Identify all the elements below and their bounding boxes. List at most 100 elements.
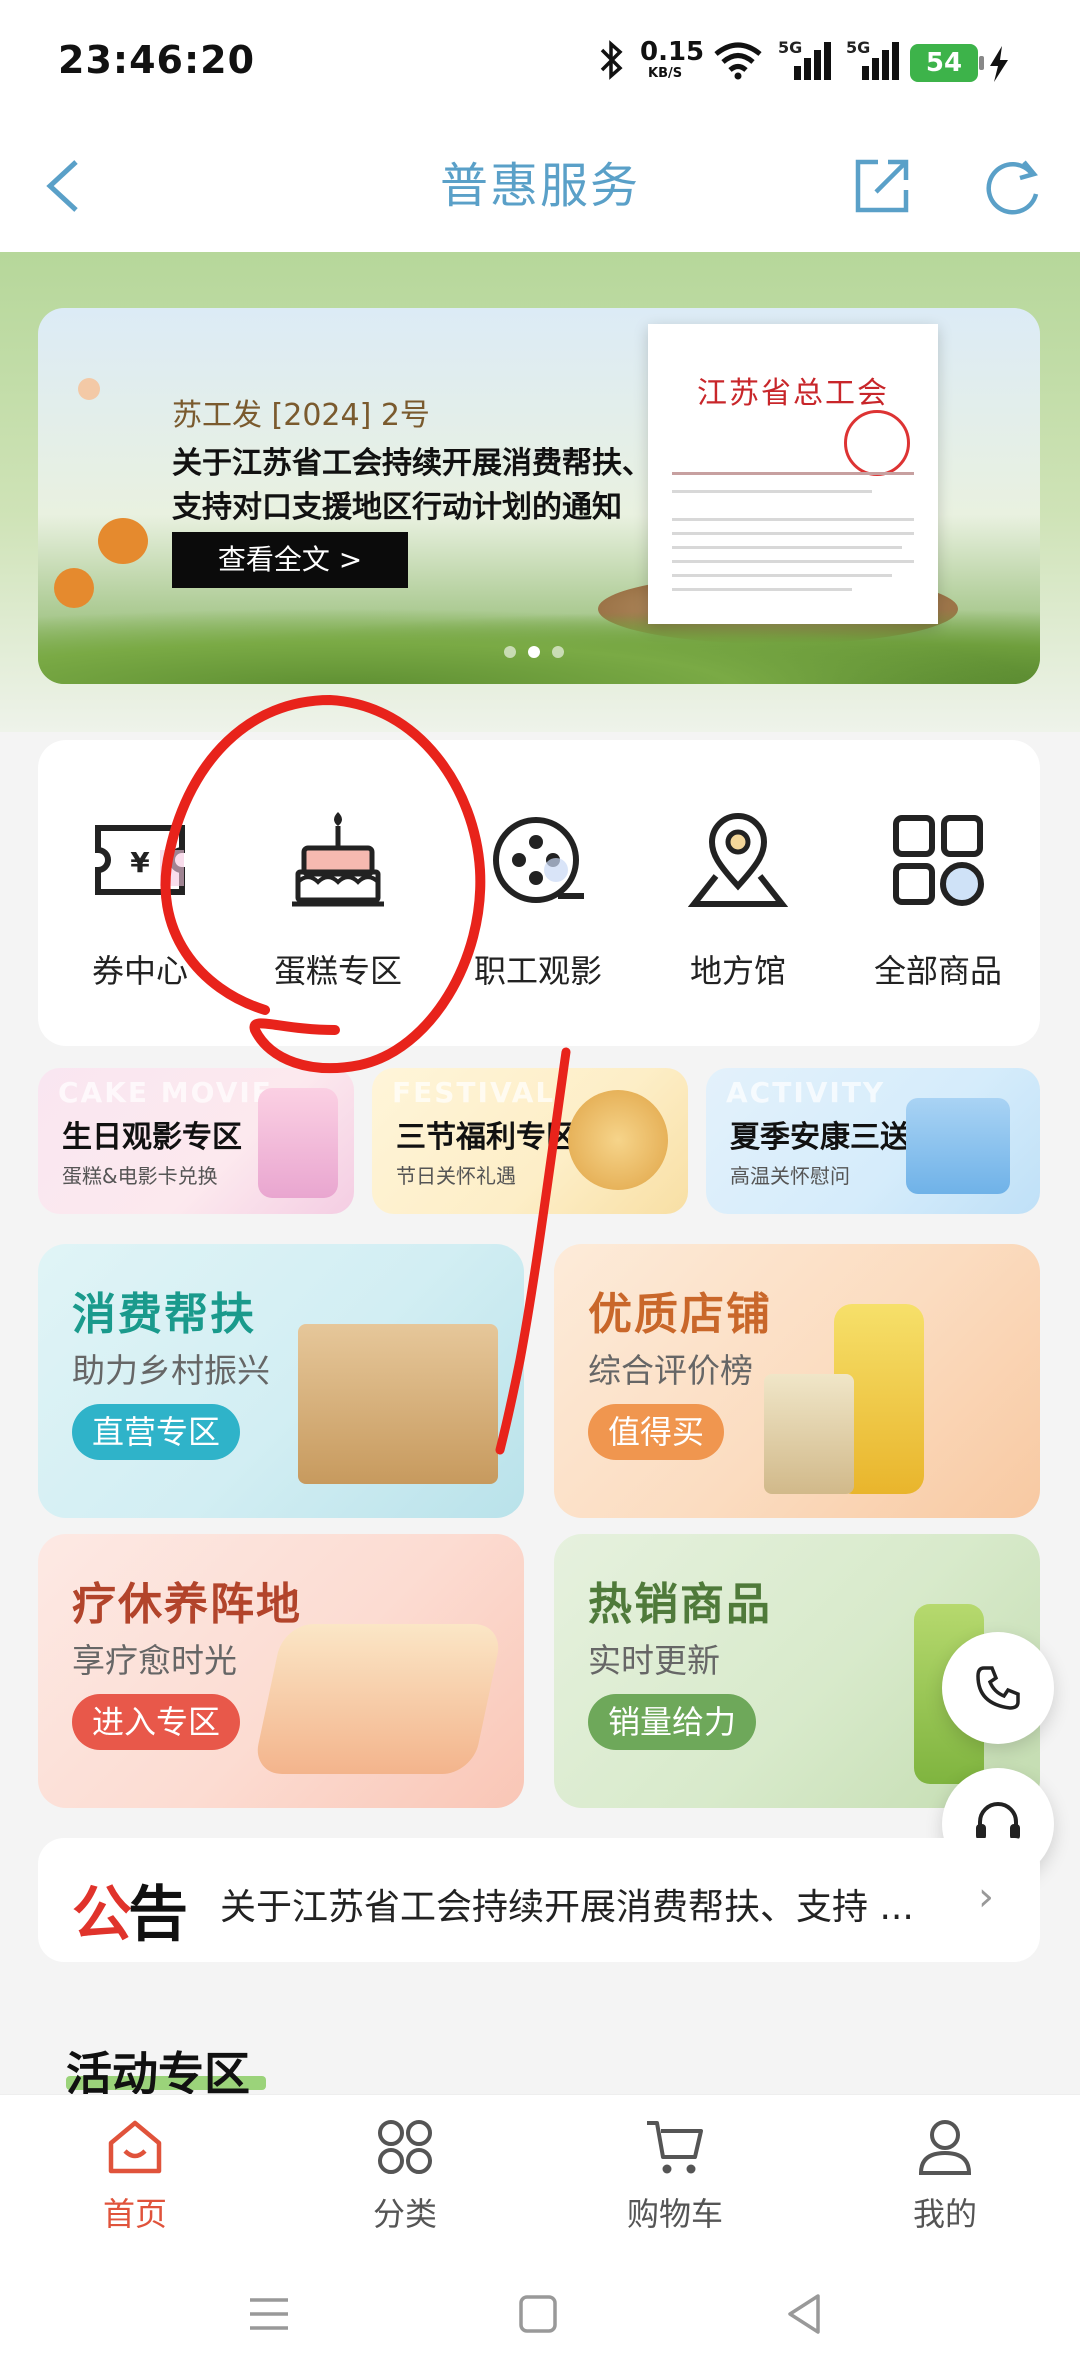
flower-decoration — [98, 518, 148, 564]
notice-badge: 公告 — [72, 1866, 188, 1953]
grid-icon — [893, 815, 984, 906]
banner-doc-code: 苏工发 [2024] 2号 — [172, 398, 430, 433]
card-button[interactable]: 值得买 — [588, 1404, 725, 1460]
notice-badge-red: 公 — [72, 1880, 132, 1950]
banner-headline-line1: 关于江苏省工会持续开展消费帮扶、 — [172, 446, 652, 481]
card-quality-shops[interactable]: 优质店铺 综合评价榜 值得买 — [554, 1244, 1040, 1518]
category-all-products[interactable]: 全部商品 — [838, 740, 1038, 1046]
wifi-icon — [714, 42, 762, 80]
system-navigation-bar — [0, 2256, 1080, 2376]
battery-icon: 54 — [910, 44, 984, 82]
promo-title: 生日观影专区 — [62, 1120, 242, 1155]
bluetooth-icon — [600, 40, 623, 80]
charging-icon — [990, 46, 1008, 82]
notice-badge-black: 告 — [128, 1880, 188, 1950]
notice-text: 关于江苏省工会持续开展消费帮扶、支持 ... — [220, 1887, 914, 1928]
net-speed-unit: KB/S — [648, 66, 683, 81]
mooncake-image — [568, 1090, 668, 1190]
tab-home[interactable]: 首页 — [0, 2095, 270, 2257]
status-time: 23:46:20 — [58, 38, 256, 82]
promo-subtitle: 节日关怀礼遇 — [396, 1164, 516, 1188]
notice-bar[interactable]: 公告 关于江苏省工会持续开展消费帮扶、支持 ... › — [38, 1838, 1040, 1962]
tab-category[interactable]: 分类 — [270, 2095, 540, 2257]
banner-headline-line2: 支持对口支援地区行动计划的通知 — [172, 490, 622, 525]
refresh-icon[interactable] — [980, 154, 1044, 218]
tab-label: 分类 — [372, 2195, 437, 2233]
carousel-dot-active[interactable] — [528, 646, 540, 658]
gift-box-image — [906, 1098, 1010, 1194]
film-reel-icon — [493, 817, 584, 903]
tab-label: 购物车 — [626, 2195, 723, 2233]
back-triangle-icon[interactable] — [784, 2292, 824, 2336]
seal-icon — [844, 410, 910, 476]
building-image — [252, 1624, 504, 1774]
card-subtitle: 助力乡村振兴 — [72, 1351, 270, 1390]
signal-icon — [862, 42, 899, 80]
phone-button[interactable] — [942, 1632, 1054, 1744]
banner-headline: 关于江苏省工会持续开展消费帮扶、 支持对口支援地区行动计划的通知 — [172, 442, 672, 530]
promo-watermark: FESTIVAL — [392, 1076, 556, 1109]
chevron-left-icon[interactable] — [40, 156, 86, 216]
category-cake[interactable]: 蛋糕专区 — [238, 740, 438, 1046]
promo-summer[interactable]: ACTIVITY 夏季安康三送 高温关怀慰问 — [706, 1068, 1040, 1214]
document-image: 江苏省总工会 — [648, 324, 938, 624]
category-label: 全部商品 — [873, 952, 1002, 990]
category-icon — [378, 2120, 432, 2174]
card-button[interactable]: 直营专区 — [72, 1404, 241, 1460]
status-bar: 23:46:20 0.15 KB/S 5G 5G 54 — [0, 0, 1080, 120]
promo-title: 夏季安康三送 — [730, 1120, 910, 1155]
phone-icon — [976, 1666, 1020, 1710]
promo-title: 三节福利专区 — [396, 1120, 576, 1155]
chevron-right-icon: › — [978, 1874, 994, 1920]
card-title: 热销商品 — [588, 1579, 772, 1630]
carousel-dot[interactable] — [504, 646, 516, 658]
navigation-bar: 普惠服务 — [0, 120, 1080, 252]
card-subtitle: 享疗愈时光 — [72, 1641, 237, 1680]
category-label: 券中心 — [91, 952, 188, 990]
cake-image — [258, 1088, 338, 1198]
view-full-text-button[interactable]: 查看全文 > — [172, 532, 408, 588]
card-subtitle: 实时更新 — [588, 1641, 720, 1680]
announcement-banner[interactable]: 苏工发 [2024] 2号 关于江苏省工会持续开展消费帮扶、 支持对口支援地区行… — [38, 308, 1040, 684]
tab-profile[interactable]: 我的 — [810, 2095, 1080, 2257]
cart-icon — [647, 2121, 703, 2174]
category-movies[interactable]: 职工观影 — [438, 740, 638, 1046]
card-consumption-support[interactable]: 消费帮扶 助力乡村振兴 直营专区 — [38, 1244, 524, 1518]
home-square-icon[interactable] — [518, 2294, 558, 2334]
tab-cart[interactable]: 购物车 — [540, 2095, 810, 2257]
cake-icon — [292, 812, 384, 907]
tab-label: 我的 — [912, 2195, 977, 2233]
share-icon[interactable] — [852, 156, 912, 216]
promo-subtitle: 蛋糕&电影卡兑换 — [62, 1164, 218, 1188]
promo-watermark: ACTIVITY — [726, 1076, 886, 1109]
location-pin-icon — [688, 813, 788, 907]
bottom-tab-bar: 首页 分类 购物车 我的 — [0, 2094, 1080, 2257]
promo-birthday-movie[interactable]: CAKE MOVIE 生日观影专区 蛋糕&电影卡兑换 — [38, 1068, 354, 1214]
card-title: 优质店铺 — [588, 1289, 772, 1340]
category-coupons[interactable]: ¥ 券中心 — [40, 740, 240, 1046]
menu-icon[interactable] — [248, 2294, 290, 2334]
card-title: 消费帮扶 — [72, 1289, 256, 1340]
card-title: 疗休养阵地 — [72, 1579, 302, 1630]
snack-bag-image — [764, 1374, 854, 1494]
category-local[interactable]: 地方馆 — [638, 740, 838, 1046]
signal-icon — [794, 42, 831, 80]
produce-image — [298, 1324, 498, 1484]
flower-decoration — [54, 568, 94, 608]
card-recuperation[interactable]: 疗休养阵地 享疗愈时光 进入专区 — [38, 1534, 524, 1808]
coupon-icon: ¥ — [95, 825, 185, 895]
category-label: 地方馆 — [689, 952, 786, 990]
document-title: 江苏省总工会 — [697, 376, 889, 411]
card-button[interactable]: 销量给力 — [588, 1694, 757, 1750]
category-card: ¥ 券中心 蛋糕专区 职工观影 地方馆 全部商品 — [38, 740, 1040, 1046]
card-button[interactable]: 进入专区 — [72, 1694, 241, 1750]
svg-text:¥: ¥ — [130, 846, 150, 879]
card-subtitle: 综合评价榜 — [588, 1351, 753, 1390]
carousel-dot[interactable] — [552, 646, 564, 658]
net-speed-value: 0.15 — [640, 37, 705, 67]
battery-level: 54 — [925, 48, 963, 78]
page-title: 普惠服务 — [439, 158, 640, 214]
category-label: 职工观影 — [473, 952, 602, 990]
promo-festival[interactable]: FESTIVAL 三节福利专区 节日关怀礼遇 — [372, 1068, 688, 1214]
tab-label: 首页 — [102, 2195, 167, 2233]
